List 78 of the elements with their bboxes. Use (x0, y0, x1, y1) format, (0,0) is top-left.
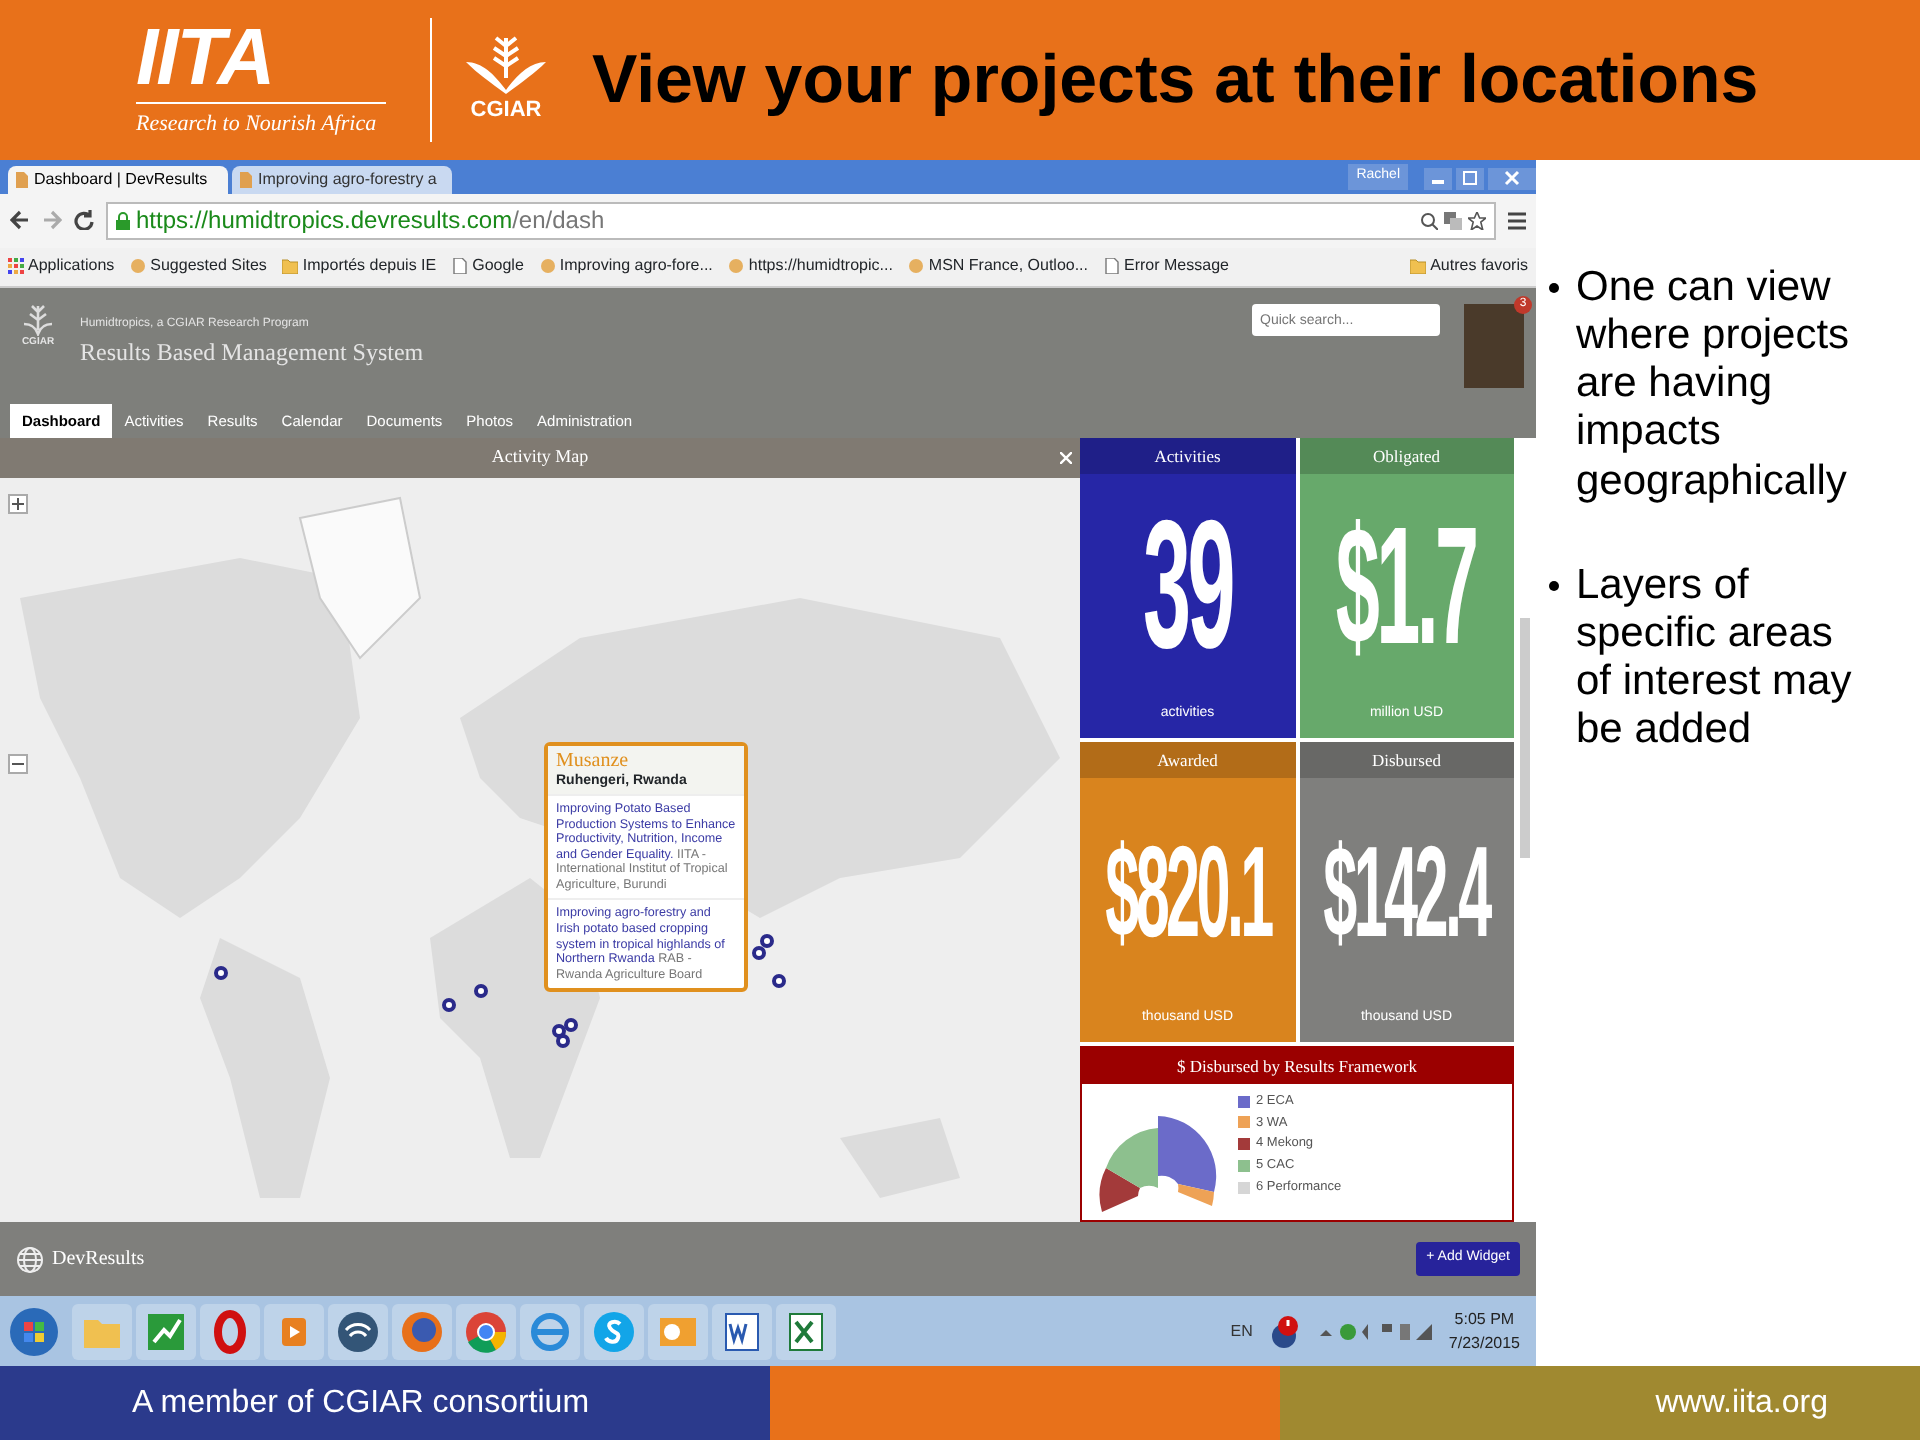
place-name: Musanze (556, 749, 631, 773)
close-icon[interactable] (1488, 167, 1536, 190)
bookmark-link[interactable]: MSN France, Outloo... (908, 254, 1089, 279)
globe-icon (16, 1245, 44, 1274)
page-icon (16, 171, 28, 188)
bookmark-link[interactable]: https://humidtropic... (728, 254, 893, 279)
slide-title: View your projects at their locations (592, 39, 1759, 121)
wifi-icon[interactable] (334, 1307, 382, 1356)
fox-browser-icon[interactable] (398, 1307, 446, 1356)
back-arrow-icon[interactable] (10, 210, 30, 231)
map-marker-icon[interactable] (772, 973, 786, 988)
map-marker-icon[interactable] (752, 945, 766, 960)
clock-time: 5:05 PM (1454, 1307, 1515, 1332)
reload-icon[interactable] (74, 210, 94, 231)
site-favicon-icon (539, 258, 556, 275)
language-indicator: EN (1230, 1319, 1253, 1344)
bookmark-link[interactable]: Applications (8, 254, 115, 279)
menu-icon[interactable] (1508, 211, 1526, 230)
browser-tab[interactable]: Improving agro-forestry a (232, 165, 452, 194)
avatar-photo (1464, 304, 1524, 389)
bookmark-folder[interactable]: Autres favoris (1410, 254, 1528, 279)
tile-title: Obligated (1299, 437, 1514, 474)
address-field[interactable]: https://humidtropics.devresults.com/en/dash (106, 201, 1496, 240)
apps-grid-icon (8, 258, 24, 275)
chat-app-icon[interactable] (590, 1307, 638, 1356)
folder-icon (1410, 258, 1427, 275)
close-icon[interactable] (1060, 451, 1072, 464)
tile-title: Activities (1080, 437, 1295, 474)
bookmark-link[interactable]: Importés depuis IE (282, 254, 437, 279)
bookmark-link[interactable]: Improving agro-fore... (539, 254, 713, 279)
start-button-icon[interactable] (8, 1305, 60, 1358)
brand-name: DevResults (52, 1246, 145, 1275)
star-icon[interactable] (1468, 211, 1486, 230)
zoom-out-button[interactable] (8, 753, 28, 774)
browser-tab[interactable]: Dashboard | DevResults (8, 165, 228, 194)
logo-text: IITA (136, 18, 276, 99)
site-favicon-icon (728, 258, 745, 275)
tile-title: Disbursed (1299, 741, 1514, 778)
logo-text: CGIAR (470, 95, 542, 126)
minus-icon (12, 758, 24, 771)
stat-value: $820.1 (1104, 828, 1271, 958)
translate-icon (1444, 211, 1462, 230)
wheat-logo-icon (462, 33, 550, 94)
stat-value: $1.7 (1336, 505, 1477, 673)
page-icon (240, 171, 252, 188)
site-favicon-icon (908, 258, 925, 275)
widget-title: Activity Map (491, 444, 589, 471)
page-icon (452, 258, 469, 275)
app-title: Results Based Management System (80, 336, 424, 371)
maximize-icon[interactable] (1456, 167, 1484, 190)
bullet-text: One can view where projects are having impacts geographically (1576, 264, 1852, 506)
bookmark-link[interactable]: Google (452, 254, 524, 279)
logo-tagline: Research to Nourish Africa (136, 102, 386, 142)
plus-icon (12, 498, 24, 511)
folder-icon (282, 258, 299, 275)
stat-value: 39 (1143, 497, 1232, 681)
zoom-in-button[interactable] (8, 493, 28, 514)
lock-icon (116, 211, 130, 230)
bullet-text: Layers of specific areas of interest may be added (1576, 561, 1854, 755)
wheat-logo-icon (22, 304, 54, 337)
widget-title: $ Disbursed by Results Framework (1082, 1047, 1512, 1084)
footer-text: A member of CGIAR consortium (0, 1366, 770, 1440)
site-favicon-icon (130, 258, 147, 275)
stat-value: $142.4 (1323, 828, 1490, 958)
bookmark-link[interactable]: Suggested Sites (130, 254, 267, 279)
zoom-icon (1420, 211, 1438, 230)
chrome-browser-icon[interactable] (462, 1307, 510, 1356)
tile-title: Awarded (1080, 741, 1295, 778)
clock-date: 7/23/2015 (1448, 1331, 1520, 1356)
footer-text: www.iita.org (1280, 1366, 1920, 1440)
page-icon (1104, 258, 1121, 275)
bullet-icon (1548, 282, 1560, 294)
alert-icon[interactable] (1268, 1313, 1301, 1350)
minimize-icon[interactable] (1424, 167, 1452, 190)
tray-icons-drawing[interactable] (1316, 1319, 1433, 1344)
bookmark-link[interactable]: Error Message (1104, 254, 1229, 279)
map-marker-icon[interactable] (760, 933, 774, 948)
bullet-icon (1548, 579, 1560, 592)
